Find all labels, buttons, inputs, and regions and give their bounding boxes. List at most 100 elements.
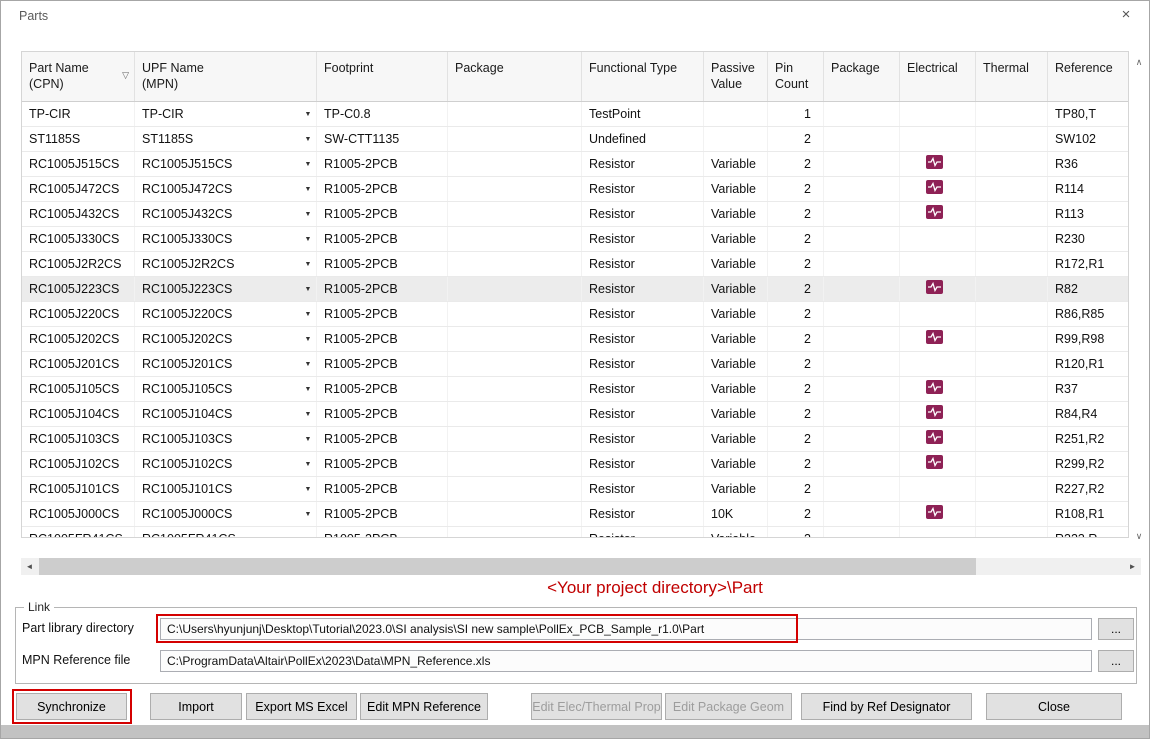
table-row[interactable]: RC1005J104CSRC1005J104CS▼R1005-2PCBResis… [22,402,1128,427]
cell-pin-count: 2 [768,277,824,301]
cell-pin-count: 2 [768,402,824,426]
scroll-left-icon[interactable]: ◄ [21,558,38,575]
find-by-ref-designator-button[interactable]: Find by Ref Designator [801,693,972,720]
chevron-down-icon[interactable]: ▼ [300,202,316,226]
table-row[interactable]: ST1185SST1185S▼SW-CTT1135Undefined2SW102 [22,127,1128,152]
scroll-right-icon[interactable]: ► [1124,558,1141,575]
chevron-down-icon[interactable]: ▼ [300,427,316,451]
edit-package-geom-button[interactable]: Edit Package Geom [665,693,792,720]
close-icon[interactable]: × [1115,6,1137,26]
table-row[interactable]: RC1005J223CSRC1005J223CS▼R1005-2PCBResis… [22,277,1128,302]
electrical-property-icon[interactable] [926,430,943,448]
column-header-9[interactable]: Thermal [976,52,1048,101]
chevron-down-icon[interactable]: ▼ [300,352,316,376]
synchronize-button[interactable]: Synchronize [16,693,127,720]
cell-part-name: RC1005J104CS [22,402,135,426]
cell-passive-value: Variable [704,427,768,451]
cell-package-2 [824,177,900,201]
cell-part-name: RC1005J432CS [22,202,135,226]
cell-reference: R172,R1 [1048,252,1129,276]
chevron-down-icon[interactable]: ▼ [300,277,316,301]
cell-electrical [900,127,976,151]
electrical-property-icon[interactable] [926,155,943,173]
table-row[interactable]: RC1005J101CSRC1005J101CS▼R1005-2PCBResis… [22,477,1128,502]
chevron-down-icon[interactable]: ▼ [300,402,316,426]
chevron-down-icon[interactable]: ▼ [300,252,316,276]
column-header-1[interactable]: UPF Name(MPN) [135,52,317,101]
cell-electrical [900,227,976,251]
table-row[interactable]: RC1005J103CSRC1005J103CS▼R1005-2PCBResis… [22,427,1128,452]
parts-table: Part Name(CPN)▽UPF Name(MPN)FootprintPac… [21,51,1129,538]
electrical-property-icon[interactable] [926,405,943,423]
chevron-down-icon[interactable]: ▼ [300,177,316,201]
column-header-2[interactable]: Footprint [317,52,448,101]
chevron-down-icon[interactable]: ▼ [300,127,316,151]
table-row[interactable]: RC1005J102CSRC1005J102CS▼R1005-2PCBResis… [22,452,1128,477]
cell-part-name: RC1005FR41CS [22,527,135,538]
edit-elec-thermal-prop-button[interactable]: Edit Elec/Thermal Prop [531,693,662,720]
electrical-property-icon[interactable] [926,280,943,298]
table-row[interactable]: RC1005J202CSRC1005J202CS▼R1005-2PCBResis… [22,327,1128,352]
cell-functional-type: Resistor [582,277,704,301]
table-row[interactable]: RC1005J2R2CSRC1005J2R2CS▼R1005-2PCBResis… [22,252,1128,277]
table-header: Part Name(CPN)▽UPF Name(MPN)FootprintPac… [22,52,1128,102]
electrical-property-icon[interactable] [926,180,943,198]
column-header-0[interactable]: Part Name(CPN)▽ [22,52,135,101]
part-library-browse-button[interactable]: ... [1098,618,1134,640]
table-row[interactable]: RC1005J201CSRC1005J201CS▼R1005-2PCBResis… [22,352,1128,377]
cell-reference: R37 [1048,377,1129,401]
scrollbar-thumb[interactable] [39,558,976,575]
scroll-down-icon[interactable]: ∨ [1132,531,1146,542]
column-header-8[interactable]: Electrical [900,52,976,101]
chevron-down-icon[interactable]: ▼ [300,102,316,126]
cell-pin-count: 2 [768,452,824,476]
chevron-down-icon[interactable]: ▼ [300,477,316,501]
cell-reference: R230 [1048,227,1129,251]
chevron-down-icon[interactable]: ▼ [300,527,316,538]
chevron-down-icon[interactable]: ▼ [300,152,316,176]
chevron-down-icon[interactable]: ▼ [300,452,316,476]
electrical-property-icon[interactable] [926,505,943,523]
part-library-directory-field[interactable]: C:\Users\hyunjunj\Desktop\Tutorial\2023.… [160,618,1092,640]
chevron-down-icon[interactable]: ▼ [300,302,316,326]
cell-passive-value: Variable [704,377,768,401]
cell-thermal [976,477,1048,501]
horizontal-scrollbar[interactable]: ◄ ► [21,558,1141,575]
mpn-reference-browse-button[interactable]: ... [1098,650,1134,672]
table-row[interactable]: RC1005J220CSRC1005J220CS▼R1005-2PCBResis… [22,302,1128,327]
table-row[interactable]: RC1005J472CSRC1005J472CS▼R1005-2PCBResis… [22,177,1128,202]
cell-package [448,377,582,401]
electrical-property-icon[interactable] [926,455,943,473]
table-row[interactable]: RC1005J000CSRC1005J000CS▼R1005-2PCBResis… [22,502,1128,527]
column-header-5[interactable]: PassiveValue [704,52,768,101]
column-header-3[interactable]: Package [448,52,582,101]
table-row[interactable]: RC1005J515CSRC1005J515CS▼R1005-2PCBResis… [22,152,1128,177]
import-button[interactable]: Import [150,693,242,720]
cell-footprint: R1005-2PCB [317,377,448,401]
chevron-down-icon[interactable]: ▼ [300,227,316,251]
table-row[interactable]: RC1005J432CSRC1005J432CS▼R1005-2PCBResis… [22,202,1128,227]
table-row[interactable]: TP-CIRTP-CIR▼TP-C0.8TestPoint1TP80,T [22,102,1128,127]
scroll-up-icon[interactable]: ∧ [1132,57,1146,68]
electrical-property-icon[interactable] [926,380,943,398]
table-row[interactable]: RC1005J330CSRC1005J330CS▼R1005-2PCBResis… [22,227,1128,252]
close-button[interactable]: Close [986,693,1122,720]
electrical-property-icon[interactable] [926,205,943,223]
cell-upf-name: ST1185S▼ [135,127,317,151]
chevron-down-icon[interactable]: ▼ [300,502,316,526]
cell-pin-count: 1 [768,102,824,126]
table-row[interactable]: RC1005J105CSRC1005J105CS▼R1005-2PCBResis… [22,377,1128,402]
electrical-property-icon[interactable] [926,330,943,348]
export-ms-excel-button[interactable]: Export MS Excel [246,693,357,720]
edit-mpn-reference-button[interactable]: Edit MPN Reference [360,693,488,720]
chevron-down-icon[interactable]: ▼ [300,327,316,351]
column-header-7[interactable]: Package [824,52,900,101]
column-header-6[interactable]: PinCount [768,52,824,101]
upf-name-text: RC1005J201CS [142,357,232,372]
table-row[interactable]: RC1005FR41CSRC1005FR41CS▼R1005-2PCBResis… [22,527,1128,538]
mpn-reference-file-field[interactable]: C:\ProgramData\Altair\PollEx\2023\Data\M… [160,650,1092,672]
chevron-down-icon[interactable]: ▼ [300,377,316,401]
cell-footprint: R1005-2PCB [317,327,448,351]
column-header-4[interactable]: Functional Type [582,52,704,101]
column-header-10[interactable]: Reference [1048,52,1129,101]
